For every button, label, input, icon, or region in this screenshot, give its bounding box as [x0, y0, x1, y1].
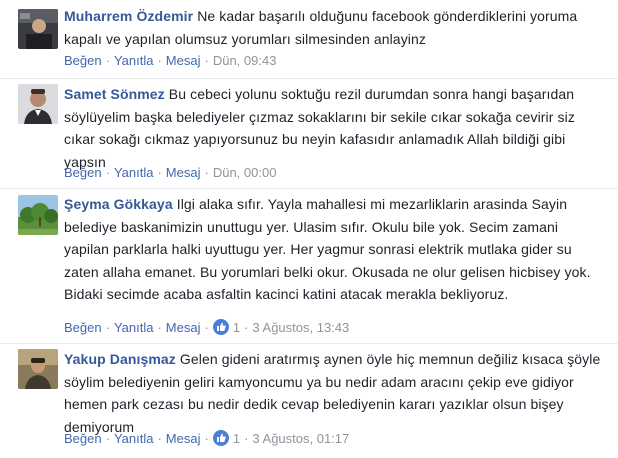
comment-timestamp[interactable]: 3 Ağustos, 01:17	[252, 431, 349, 446]
comment-timestamp[interactable]: 3 Ağustos, 13:43	[252, 320, 349, 335]
like-link[interactable]: Beğen	[64, 431, 102, 446]
avatar[interactable]	[18, 9, 58, 49]
separator: ·	[204, 431, 209, 446]
message-link[interactable]: Mesaj	[166, 165, 201, 180]
separator: ·	[105, 53, 110, 68]
like-count[interactable]: 1	[229, 431, 240, 446]
message-link[interactable]: Mesaj	[166, 320, 201, 335]
separator: ·	[244, 320, 249, 335]
comment-body: Muharrem Özdemir Ne kadar başarılı olduğ…	[64, 5, 604, 50]
comment-item: Şeyma Gökkaya Ilgi alaka sıfır. Yayla ma…	[0, 188, 618, 344]
reply-link[interactable]: Yanıtla	[114, 320, 154, 335]
avatar[interactable]	[18, 349, 58, 389]
separator: ·	[204, 165, 209, 180]
message-link[interactable]: Mesaj	[166, 53, 201, 68]
like-link[interactable]: Beğen	[64, 53, 102, 68]
comment-timestamp[interactable]: Dün, 09:43	[213, 53, 277, 68]
avatar[interactable]	[18, 195, 58, 235]
comment-item: Muharrem Özdemir Ne kadar başarılı olduğ…	[0, 0, 618, 79]
separator: ·	[157, 165, 162, 180]
like-count[interactable]: 1	[229, 320, 240, 335]
comment-author[interactable]: Yakup Danışmaz	[64, 351, 176, 367]
like-link[interactable]: Beğen	[64, 320, 102, 335]
separator: ·	[204, 53, 209, 68]
comment-body: Şeyma Gökkaya Ilgi alaka sıfır. Yayla ma…	[64, 193, 604, 306]
separator: ·	[157, 320, 162, 335]
separator: ·	[204, 320, 209, 335]
comment-timestamp[interactable]: Dün, 00:00	[213, 165, 277, 180]
reply-link[interactable]: Yanıtla	[114, 431, 154, 446]
comment-actions: Beğen · Yanıtla · Mesaj · 1 · 3 Ağustos, 01:17	[64, 430, 349, 446]
comment-item: Samet Sönmez Bu cebeci yolunu soktuğu re…	[0, 78, 618, 189]
separator: ·	[157, 53, 162, 68]
comment-actions: Beğen · Yanıtla · Mesaj · 1 · 3 Ağustos, 13:43	[64, 319, 349, 335]
separator: ·	[105, 165, 110, 180]
separator: ·	[105, 320, 110, 335]
message-link[interactable]: Mesaj	[166, 431, 201, 446]
like-reaction-icon[interactable]	[212, 430, 229, 446]
reply-link[interactable]: Yanıtla	[114, 53, 154, 68]
comment-actions: Beğen · Yanıtla · Mesaj · Dün, 09:43	[64, 53, 276, 68]
comment-author[interactable]: Samet Sönmez	[64, 86, 165, 102]
like-reaction-icon[interactable]	[212, 319, 229, 335]
comment-actions: Beğen · Yanıtla · Mesaj · Dün, 00:00	[64, 165, 276, 180]
comment-body: Yakup Danışmaz Gelen gideni aratırmış ay…	[64, 348, 604, 438]
comment-body: Samet Sönmez Bu cebeci yolunu soktuğu re…	[64, 83, 604, 173]
comment-author[interactable]: Şeyma Gökkaya	[64, 196, 173, 212]
comment-author[interactable]: Muharrem Özdemir	[64, 8, 193, 24]
comment-item: Yakup Danışmaz Gelen gideni aratırmış ay…	[0, 343, 618, 458]
separator: ·	[244, 431, 249, 446]
avatar[interactable]	[18, 84, 58, 124]
like-link[interactable]: Beğen	[64, 165, 102, 180]
separator: ·	[105, 431, 110, 446]
reply-link[interactable]: Yanıtla	[114, 165, 154, 180]
separator: ·	[157, 431, 162, 446]
